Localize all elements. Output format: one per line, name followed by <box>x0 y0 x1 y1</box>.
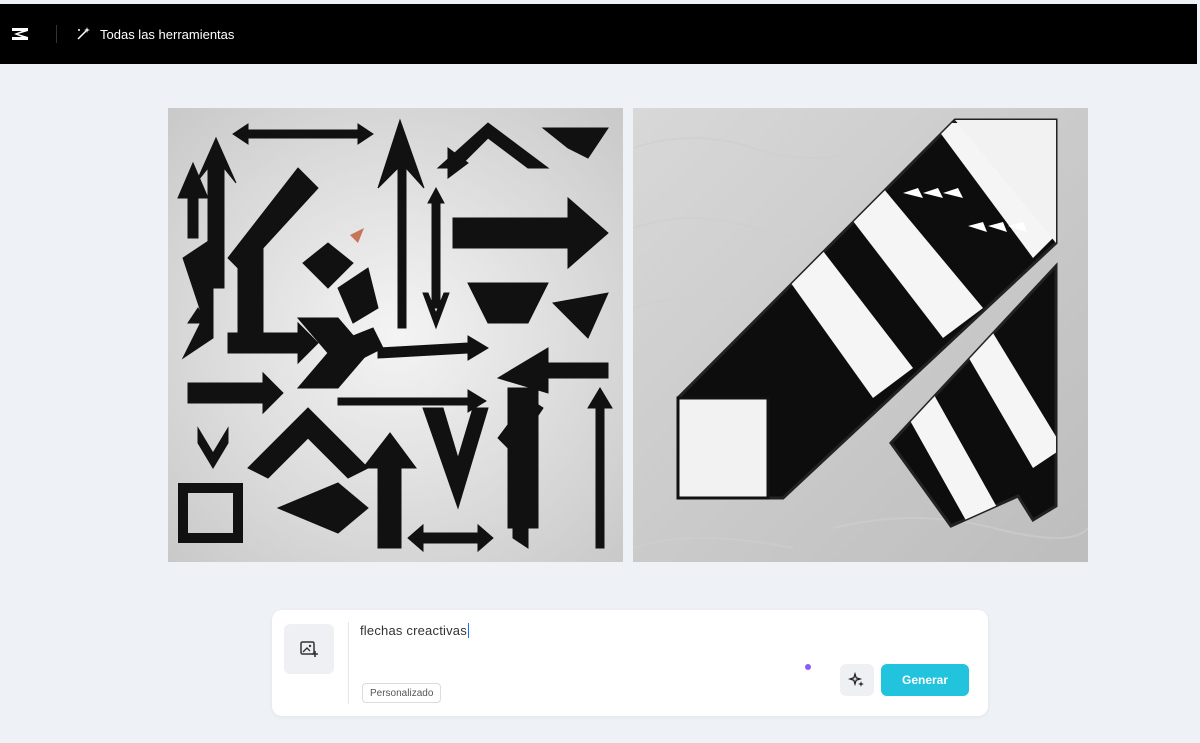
sparkle-icon <box>848 671 864 687</box>
arrows-collection-image[interactable] <box>168 108 623 562</box>
status-dot <box>805 664 811 670</box>
header-divider <box>56 25 57 43</box>
style-tag-button[interactable]: Personalizado <box>362 683 442 703</box>
panel-separator <box>348 622 349 704</box>
top-bar: Todas las herramientas <box>0 4 1197 64</box>
prompt-input[interactable]: flechas creactivas <box>360 623 469 638</box>
prompt-value: flechas creactivas <box>360 623 467 638</box>
upload-image-button[interactable] <box>284 624 334 674</box>
text-caret <box>467 623 469 638</box>
enhance-prompt-button[interactable] <box>840 664 874 696</box>
magic-wand-icon <box>77 27 90 40</box>
image-gallery <box>168 108 1088 562</box>
all-tools-label: Todas las herramientas <box>100 26 235 42</box>
prompt-panel: flechas creactivas Personalizado Generar <box>272 610 988 716</box>
striped-arrow-image[interactable] <box>633 108 1088 562</box>
generate-button[interactable]: Generar <box>881 664 969 696</box>
image-add-icon <box>300 641 318 657</box>
capcut-logo-icon[interactable] <box>6 20 34 48</box>
all-tools-link[interactable]: Todas las herramientas <box>75 26 234 42</box>
